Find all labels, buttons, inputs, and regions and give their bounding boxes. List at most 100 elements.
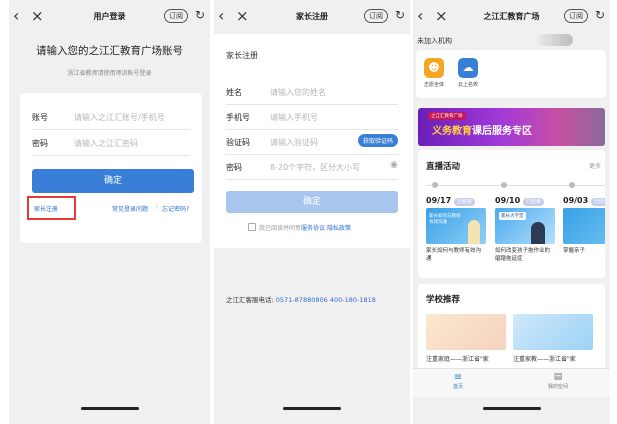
app-shortcuts: ☻ 志愿全体 ☁ 云上名校 bbox=[416, 50, 606, 98]
phone-input[interactable]: 请输入手机号 bbox=[270, 112, 318, 123]
presenter-image bbox=[531, 222, 545, 244]
subscribe-button[interactable]: 订阅 bbox=[164, 9, 188, 23]
banner-title: 义务教育课后服务专区 bbox=[432, 122, 532, 137]
thumbnail-title: 家长如何与教师有效沟通 bbox=[429, 214, 461, 225]
school-item[interactable]: 注重家教——浙江省"家 bbox=[513, 314, 593, 363]
home-icon: ≡ bbox=[453, 372, 463, 383]
live-date: 09/17 bbox=[426, 196, 452, 205]
login-confirm-button[interactable]: 确定 bbox=[32, 169, 194, 193]
hotline-label: 之江汇客服电话: bbox=[226, 296, 274, 304]
live-more-link[interactable]: 更多 bbox=[589, 161, 601, 170]
link-divider: | bbox=[156, 203, 159, 210]
live-status-tag: 已结束 bbox=[522, 198, 544, 206]
phone-label: 手机号 bbox=[226, 113, 250, 122]
agreement-row: 我已阅读并同意服务协议 隐私政策 bbox=[248, 223, 351, 232]
get-code-button[interactable]: 获取验证码 bbox=[357, 134, 398, 147]
banner-title-2: 课后服务专区 bbox=[472, 126, 532, 137]
login-card: 账号 请输入之江汇账号/手机号 密码 请输入之江汇密码 确定 家长注册 常见登录… bbox=[20, 93, 202, 243]
password-label: 密码 bbox=[226, 163, 242, 172]
agree-text: 我已阅读并同意 bbox=[259, 225, 302, 232]
name-row[interactable]: 姓名 请输入您的姓名 bbox=[226, 78, 398, 105]
live-thumbnail: 家长如何与教师有效沟通 bbox=[426, 208, 486, 244]
subscribe-button[interactable]: 订阅 bbox=[364, 9, 388, 23]
school-caption: 注重家教——浙江省"家 bbox=[513, 356, 576, 363]
live-caption: 家长如何与教师有效沟通 bbox=[426, 248, 482, 262]
faq-link[interactable]: 常见登录问题 bbox=[112, 204, 148, 213]
nav-bar: ‹ × 之江汇教育广场 订阅 ↻ bbox=[413, 0, 610, 34]
privacy-policy-link[interactable]: 隐私政策 bbox=[327, 225, 351, 232]
code-input[interactable]: 请输入验证码 bbox=[270, 137, 318, 148]
school-section: 学校推荐 注重家庭——浙江省"家 注重家教——浙江省"家 bbox=[418, 284, 605, 370]
register-form: 家长注册 姓名 请输入您的姓名 手机号 请输入手机号 验证码 请输入验证码 获取… bbox=[214, 34, 410, 248]
cloud-school-icon: ☁ bbox=[458, 58, 478, 78]
plaza-screen: ‹ × 之江汇教育广场 订阅 ↻ 未加入机构 ☻ 志愿全体 ☁ 云上名校 之江汇… bbox=[413, 0, 610, 424]
service-agreement-link[interactable]: 服务协议 bbox=[301, 225, 325, 232]
eye-icon[interactable]: ◉ bbox=[390, 160, 398, 170]
register-screen: ‹ × 家长注册 订阅 ↻ 家长注册 姓名 请输入您的姓名 手机号 请输入手机号… bbox=[214, 0, 410, 424]
name-input[interactable]: 请输入您的姓名 bbox=[270, 87, 326, 98]
subscribe-button[interactable]: 订阅 bbox=[564, 9, 588, 23]
password-input[interactable]: 8-20个字符，区分大小写 bbox=[270, 162, 360, 173]
login-subtitle: 浙江省教师请使用师训账号登录 bbox=[67, 70, 152, 77]
team-icon: ☻ bbox=[424, 58, 444, 78]
home-indicator bbox=[283, 407, 341, 410]
live-title: 直播活动 bbox=[426, 162, 461, 172]
nav-bar: ‹ × 家长注册 订阅 ↻ bbox=[214, 0, 410, 34]
school-thumbnail bbox=[426, 314, 506, 350]
forgot-password-link[interactable]: 忘记密码? bbox=[162, 204, 189, 213]
banner-title-1: 义务教育 bbox=[432, 126, 472, 137]
login-heading: 请输入您的之江汇教育广场账号 bbox=[36, 45, 183, 57]
code-label: 验证码 bbox=[226, 138, 250, 147]
refresh-icon[interactable]: ↻ bbox=[595, 8, 605, 22]
org-status: 未加入机构 bbox=[417, 37, 452, 45]
live-section: 直播活动 更多 09/17 已结束 家长如何与教师有效沟通 家长如何与教师有效沟… bbox=[418, 150, 605, 278]
school-caption: 注重家庭——浙江省"家 bbox=[426, 356, 489, 363]
live-thumbnail: 家长大学堂 bbox=[495, 208, 555, 244]
live-item[interactable]: 09/03 已结束 掌握亲子 bbox=[563, 182, 605, 255]
app-label: 志愿全体 bbox=[423, 82, 444, 88]
register-confirm-button[interactable]: 确定 bbox=[226, 191, 398, 213]
refresh-icon[interactable]: ↻ bbox=[395, 8, 405, 22]
school-thumbnail bbox=[513, 314, 593, 350]
live-caption: 如何改变孩子拖作业的磨蹭拖延症 bbox=[495, 248, 551, 262]
register-section-title: 家长注册 bbox=[226, 51, 258, 60]
timeline-dot bbox=[569, 182, 575, 188]
name-label: 姓名 bbox=[226, 88, 242, 97]
agree-checkbox[interactable] bbox=[248, 223, 256, 231]
tab-home[interactable]: ≡ 首页 bbox=[443, 372, 473, 390]
code-row[interactable]: 验证码 请输入验证码 获取验证码 bbox=[226, 128, 398, 155]
live-date: 09/03 bbox=[563, 196, 589, 205]
account-row[interactable]: 账号 请输入之江汇账号/手机号 bbox=[32, 103, 190, 130]
bottom-tab-bar: ≡ 首页 ▤ 我的空间 bbox=[413, 368, 610, 397]
thumbnail-title: 家长大学堂 bbox=[499, 212, 526, 220]
tab-my-space[interactable]: ▤ 我的空间 bbox=[543, 372, 573, 390]
password-row[interactable]: 密码 8-20个字符，区分大小写 ◉ bbox=[226, 153, 398, 180]
timeline-dot bbox=[432, 182, 438, 188]
account-label: 账号 bbox=[32, 113, 48, 122]
app-shortcut[interactable]: ☁ 云上名校 bbox=[456, 58, 480, 88]
password-row[interactable]: 密码 请输入之江汇密码 bbox=[32, 129, 190, 156]
refresh-icon[interactable]: ↻ bbox=[195, 8, 205, 22]
book-icon: ▤ bbox=[553, 372, 563, 382]
home-indicator bbox=[482, 407, 541, 410]
live-caption: 掌握亲子 bbox=[563, 248, 586, 254]
app-shortcut[interactable]: ☻ 志愿全体 bbox=[422, 58, 446, 88]
hotline-numbers[interactable]: 0571-87880806 400-180-1818 bbox=[276, 296, 376, 304]
account-input[interactable]: 请输入之江汇账号/手机号 bbox=[74, 112, 165, 123]
banner-tag: 之江汇教育广场 bbox=[428, 112, 466, 120]
after-school-banner[interactable]: 之江汇教育广场 义务教育课后服务专区 bbox=[418, 108, 605, 146]
live-thumbnail bbox=[563, 208, 605, 244]
password-input[interactable]: 请输入之江汇密码 bbox=[74, 138, 138, 149]
phone-row[interactable]: 手机号 请输入手机号 bbox=[226, 103, 398, 130]
school-item[interactable]: 注重家庭——浙江省"家 bbox=[426, 314, 506, 363]
home-indicator bbox=[80, 407, 139, 410]
live-item[interactable]: 09/10 已结束 家长大学堂 如何改变孩子拖作业的磨蹭拖延症 bbox=[495, 182, 557, 263]
hotline: 之江汇客服电话: 0571-87880806 400-180-1818 bbox=[226, 294, 376, 304]
presenter-image bbox=[468, 220, 480, 244]
parent-register-link[interactable]: 家长注册 bbox=[34, 204, 58, 213]
timeline-dot bbox=[501, 182, 507, 188]
org-avatar-placeholder bbox=[537, 34, 573, 46]
tab-label: 我的空间 bbox=[547, 384, 568, 390]
live-item[interactable]: 09/17 已结束 家长如何与教师有效沟通 家长如何与教师有效沟通 bbox=[426, 182, 488, 263]
live-status-tag: 已结束 bbox=[453, 198, 475, 206]
